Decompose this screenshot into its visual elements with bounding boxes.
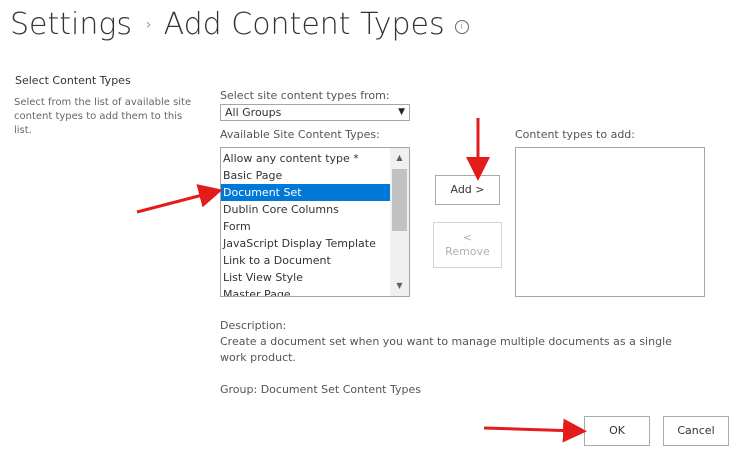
available-content-types-list[interactable]: Allow any content type * Basic Page Docume… [220, 147, 410, 297]
ok-button[interactable]: OK [584, 416, 650, 446]
available-label: Available Site Content Types: [220, 128, 380, 141]
to-add-label: Content types to add: [515, 128, 635, 141]
remove-label: Remove [445, 245, 490, 258]
page-title-text: Add Content Types [163, 6, 445, 42]
list-item[interactable]: Basic Page [221, 167, 390, 184]
chevron-down-icon: ▼ [398, 107, 405, 117]
scroll-down-icon[interactable]: ▼ [390, 278, 409, 294]
page-title: Settings › Add Content Types i [10, 2, 469, 46]
source-label: Select site content types from: [220, 89, 390, 102]
content-types-to-add-list[interactable] [515, 147, 705, 297]
remove-button[interactable]: < Remove [433, 222, 502, 268]
arrow-to-ok-button [483, 418, 587, 443]
list-item[interactable]: Form [221, 218, 390, 235]
list-item[interactable]: Allow any content type * [221, 150, 390, 167]
breadcrumb-separator-icon: › [146, 17, 152, 33]
scroll-up-icon[interactable]: ▲ [390, 150, 409, 166]
list-scrollbar[interactable]: ▲ ▼ [390, 148, 409, 296]
description-block: Description: Create a document set when … [220, 318, 690, 398]
scroll-thumb[interactable] [392, 169, 407, 231]
arrow-to-document-set [136, 184, 223, 214]
available-items: Allow any content type * Basic Page Docume… [221, 150, 390, 296]
add-content-types-page: Settings › Add Content Types i Select Co… [0, 0, 736, 456]
remove-arrow-icon: < [462, 231, 473, 244]
breadcrumb-settings[interactable]: Settings [10, 7, 132, 42]
source-group-select[interactable]: All Groups ▼ [220, 104, 410, 121]
source-group-value: All Groups [225, 106, 282, 119]
section-title: Select Content Types [15, 74, 131, 87]
list-item[interactable]: List View Style [221, 269, 390, 286]
cancel-button[interactable]: Cancel [663, 416, 729, 446]
list-item[interactable]: Link to a Document [221, 252, 390, 269]
list-item[interactable]: Document Set [221, 184, 390, 201]
add-button[interactable]: Add > [435, 175, 500, 205]
list-item[interactable]: Dublin Core Columns [221, 201, 390, 218]
section-description: Select from the list of available site c… [14, 97, 192, 136]
list-item[interactable]: JavaScript Display Template [221, 235, 390, 252]
group-text: Group: Document Set Content Types [220, 383, 421, 396]
info-icon[interactable]: i [454, 20, 469, 34]
description-label: Description: [220, 319, 287, 332]
description-text: Create a document set when you want to m… [220, 335, 672, 364]
list-item[interactable]: Master Page [221, 286, 390, 296]
